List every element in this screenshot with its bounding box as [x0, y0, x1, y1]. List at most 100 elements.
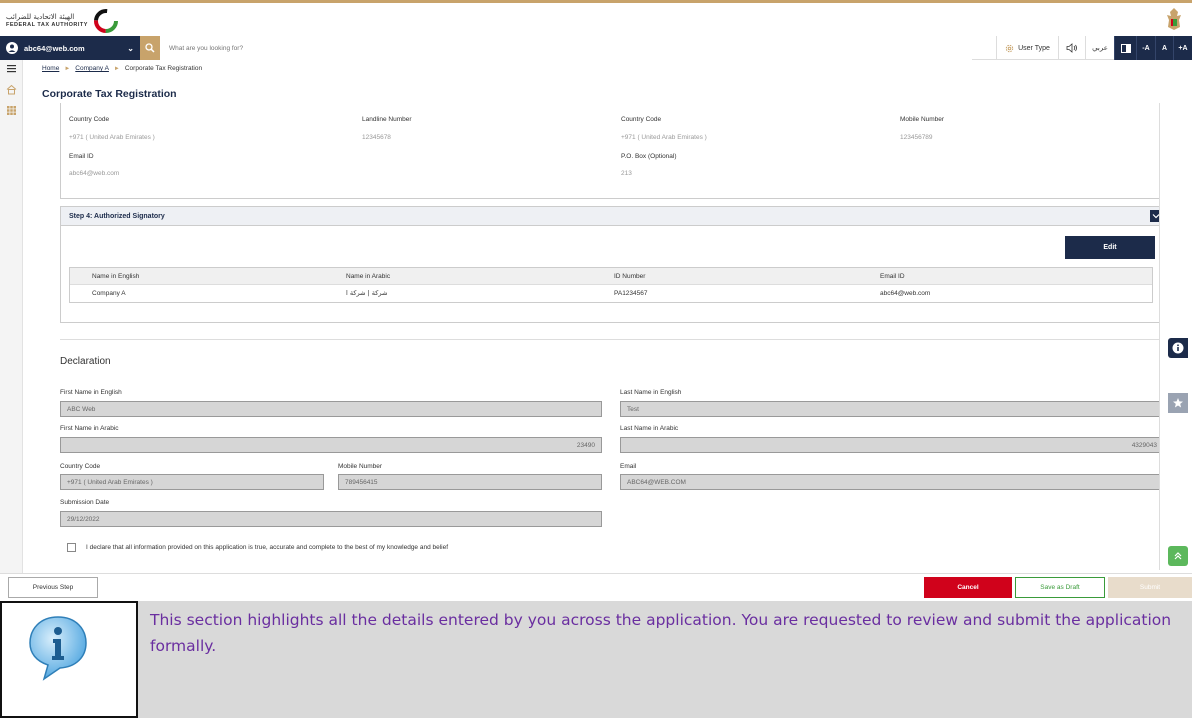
previous-step-button[interactable]: Previous Step [8, 577, 98, 598]
country-code2-label: Country Code [621, 116, 662, 123]
nav-right-tools: User Type عربي -A A +A [996, 36, 1192, 60]
cancel-button[interactable]: Cancel [924, 577, 1012, 598]
decl-mobile-label: Mobile Number [338, 463, 383, 470]
scroll-top-button[interactable] [1168, 546, 1188, 566]
landline-value: 12345678 [362, 134, 391, 141]
first-name-en-label: First Name in English [60, 389, 122, 396]
sidebar [0, 60, 23, 573]
home-icon[interactable] [6, 84, 17, 95]
signatory-email: abc64@web.com [880, 290, 931, 297]
apps-grid-icon[interactable] [6, 105, 17, 116]
search-input[interactable] [160, 36, 972, 60]
column-header: Name in English [92, 273, 140, 280]
contrast-toggle[interactable] [1114, 36, 1136, 60]
country-code-label: Country Code [69, 116, 110, 123]
fta-logo[interactable]: الهيئة الاتحادية للضرائب FEDERAL TAX AUT… [6, 9, 118, 33]
contrast-icon [1120, 43, 1131, 53]
logo-english-text: FEDERAL TAX AUTHORITY [6, 22, 88, 28]
navbar: abc64@web.com ⌄ User Type عربي [0, 36, 1192, 60]
signatory-table: Name in English Name in Arabic ID Number… [69, 267, 1153, 303]
last-name-ar-field[interactable]: 4329043 [620, 437, 1159, 453]
table-header-row: Name in English Name in Arabic ID Number… [70, 268, 1152, 285]
email-label: Email ID [69, 153, 94, 160]
logo-arabic-text: الهيئة الاتحادية للضرائب [6, 13, 75, 21]
last-name-en-field[interactable]: Test [620, 401, 1159, 417]
signatory-name-ar: شركة | شركة ا [346, 289, 388, 297]
gear-icon [1005, 44, 1014, 52]
submission-date-label: Submission Date [60, 499, 110, 506]
first-name-en-field[interactable]: ABC Web [60, 401, 602, 417]
hamburger-menu-icon[interactable] [6, 63, 17, 74]
email-value: abc64@web.com [69, 170, 120, 177]
breadcrumb-home[interactable]: Home [42, 65, 59, 72]
star-icon [1173, 398, 1183, 408]
user-type-button[interactable]: User Type [996, 36, 1058, 60]
search-icon [145, 43, 155, 53]
step4-title: Step 4: Authorized Signatory [69, 213, 165, 220]
chevron-down-icon: ⌄ [127, 43, 134, 53]
submit-button[interactable]: Submit [1108, 577, 1192, 598]
info-side-button[interactable] [1168, 338, 1188, 358]
submission-date-field[interactable]: 29/12/2022 [60, 511, 602, 527]
decl-country-code-field[interactable]: +971 ( United Arab Emirates ) [60, 474, 324, 490]
breadcrumb-separator-icon: ► [113, 65, 120, 72]
declaration-checkbox-label: I declare that all information provided … [86, 544, 449, 551]
mobile-value: 123456789 [900, 134, 933, 141]
last-name-ar-label: Last Name in Arabic [620, 425, 679, 432]
country-code2-value: +971 ( United Arab Emirates ) [621, 134, 707, 141]
landline-label: Landline Number [362, 116, 412, 123]
main-content: Country Code +971 ( United Arab Emirates… [40, 103, 1160, 570]
info-icon [1172, 342, 1184, 354]
breadcrumb-current: Corporate Tax Registration [124, 65, 203, 72]
declaration-checkbox[interactable] [67, 543, 76, 552]
footer-action-bar: Previous Step Cancel Save as Draft Submi… [0, 573, 1192, 600]
info-speech-bubble-icon [29, 616, 87, 681]
step4-accordion-header[interactable]: Step 4: Authorized Signatory [60, 206, 1159, 226]
chevron-down-icon[interactable] [1150, 210, 1159, 222]
logo-text: الهيئة الاتحادية للضرائب FEDERAL TAX AUT… [6, 13, 88, 29]
contact-details-card: Country Code +971 ( United Arab Emirates… [60, 103, 1159, 199]
speaker-icon [1066, 43, 1077, 53]
step4-body: Edit Name in English Name in Arabic ID N… [60, 226, 1159, 323]
mobile-label: Mobile Number [900, 116, 945, 123]
table-row[interactable]: Company A شركة | شركة ا PA1234567 abc64@… [70, 285, 1152, 302]
declaration-title: Declaration [60, 356, 111, 367]
user-email: abc64@web.com [24, 43, 85, 53]
fta-logo-icon [93, 9, 118, 33]
favorite-side-button[interactable] [1168, 393, 1188, 413]
edit-button[interactable]: Edit [1065, 236, 1155, 259]
top-header: الهيئة الاتحادية للضرائب FEDERAL TAX AUT… [0, 0, 1192, 35]
column-header: ID Number [614, 273, 646, 280]
decl-mobile-field[interactable]: 789456415 [338, 474, 602, 490]
user-avatar-icon [6, 42, 18, 54]
search-button[interactable] [140, 36, 160, 60]
font-decrease-button[interactable]: -A [1136, 36, 1155, 60]
user-type-label: User Type [1018, 44, 1050, 52]
font-normal-button[interactable]: A [1155, 36, 1173, 60]
column-header: Email ID [880, 273, 905, 280]
info-panel: This section highlights all the details … [0, 601, 1192, 718]
audio-button[interactable] [1058, 36, 1085, 60]
info-message: This section highlights all the details … [150, 611, 1172, 655]
pobox-label: P.O. Box (Optional) [621, 153, 677, 160]
signatory-name-en: Company A [92, 290, 126, 297]
breadcrumb-separator-icon: ► [64, 65, 71, 72]
breadcrumb: Home ► Company A ► Corporate Tax Registr… [42, 65, 202, 72]
uae-emblem-icon [1167, 8, 1181, 30]
country-code-value: +971 ( United Arab Emirates ) [69, 134, 155, 141]
section-divider [60, 339, 1159, 340]
decl-country-code-label: Country Code [60, 463, 101, 470]
decl-email-field[interactable]: ABC64@WEB.COM [620, 474, 1159, 490]
user-account-dropdown[interactable]: abc64@web.com ⌄ [0, 36, 140, 60]
breadcrumb-company[interactable]: Company A [75, 65, 109, 72]
first-name-ar-label: First Name in Arabic [60, 425, 119, 432]
column-header: Name in Arabic [346, 273, 391, 280]
font-increase-button[interactable]: +A [1173, 36, 1192, 60]
last-name-en-label: Last Name in English [620, 389, 682, 396]
page-title: Corporate Tax Registration [42, 88, 177, 100]
language-toggle[interactable]: عربي [1085, 36, 1114, 60]
info-icon-box [0, 601, 138, 718]
decl-email-label: Email [620, 463, 637, 470]
save-as-draft-button[interactable]: Save as Draft [1015, 577, 1105, 598]
first-name-ar-field[interactable]: 23490 [60, 437, 602, 453]
